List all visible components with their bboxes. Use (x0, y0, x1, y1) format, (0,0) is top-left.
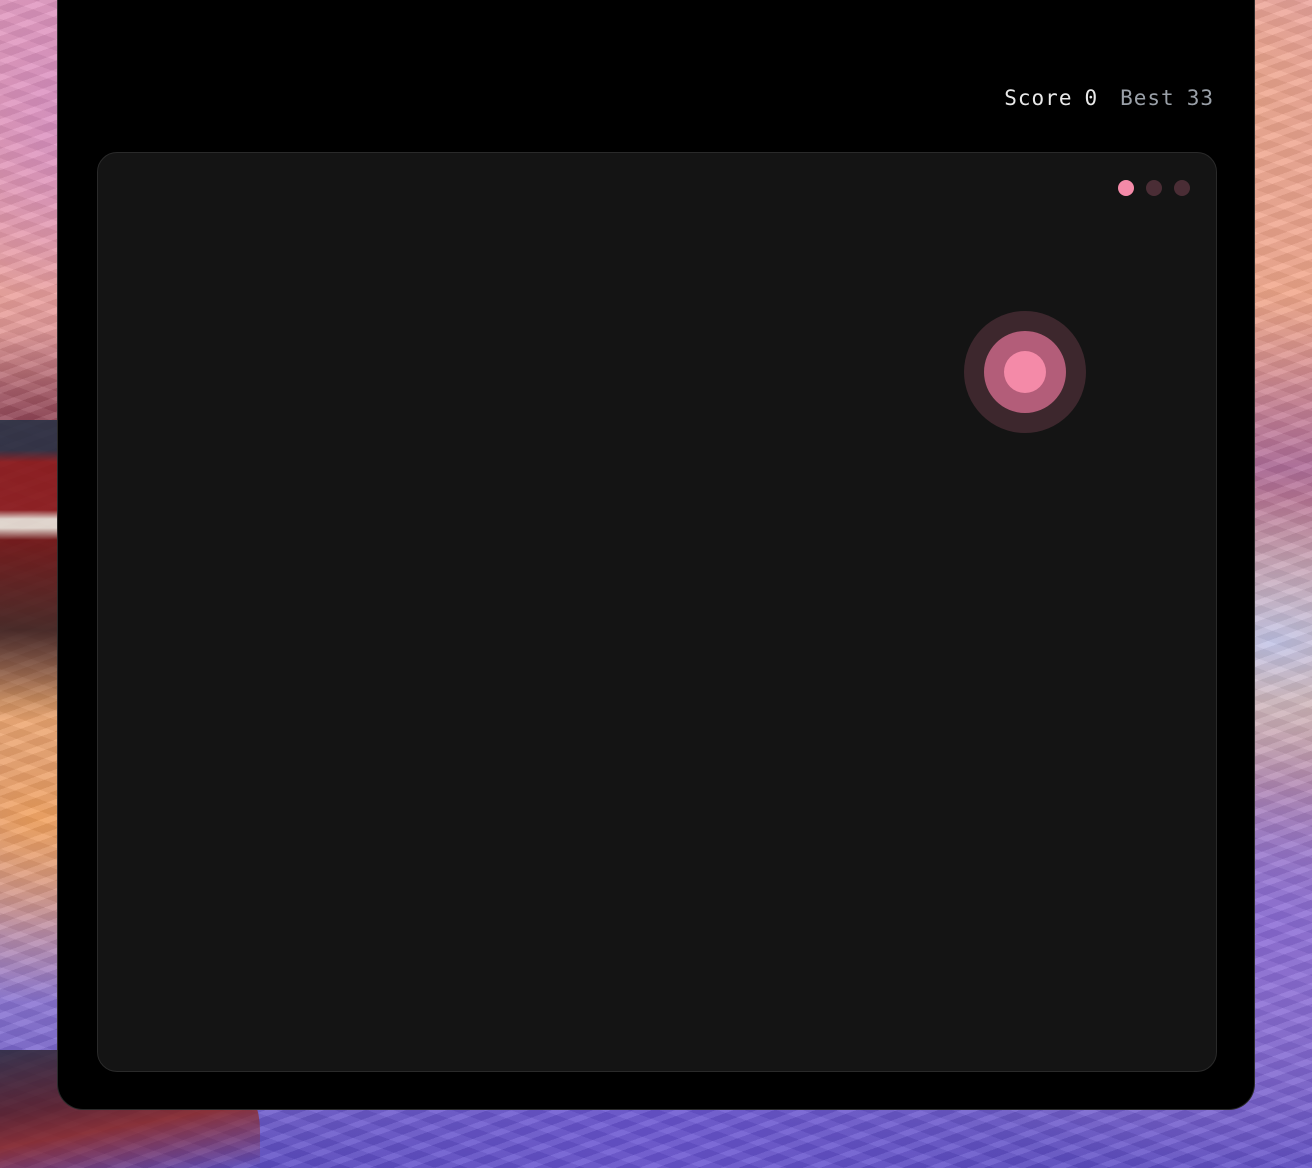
score-label: Score (1004, 86, 1073, 110)
wallpaper-pagoda (0, 420, 60, 720)
score-value: 0 (1084, 86, 1099, 110)
target-middle-ring (984, 331, 1066, 413)
life-dot-lost (1174, 180, 1190, 196)
game-window: Score 0 Best 33 (57, 0, 1255, 1110)
target-core (1004, 351, 1046, 393)
target-circle[interactable] (964, 311, 1086, 433)
score-display: Score 0 (1004, 86, 1098, 110)
game-board[interactable] (97, 152, 1217, 1072)
life-dot-lost (1146, 180, 1162, 196)
best-label: Best (1120, 86, 1175, 110)
score-bar: Score 0 Best 33 (1004, 86, 1214, 110)
lives-indicator (1118, 180, 1190, 196)
best-display: Best 33 (1120, 86, 1214, 110)
best-value: 33 (1186, 86, 1214, 110)
life-dot-active (1118, 180, 1134, 196)
